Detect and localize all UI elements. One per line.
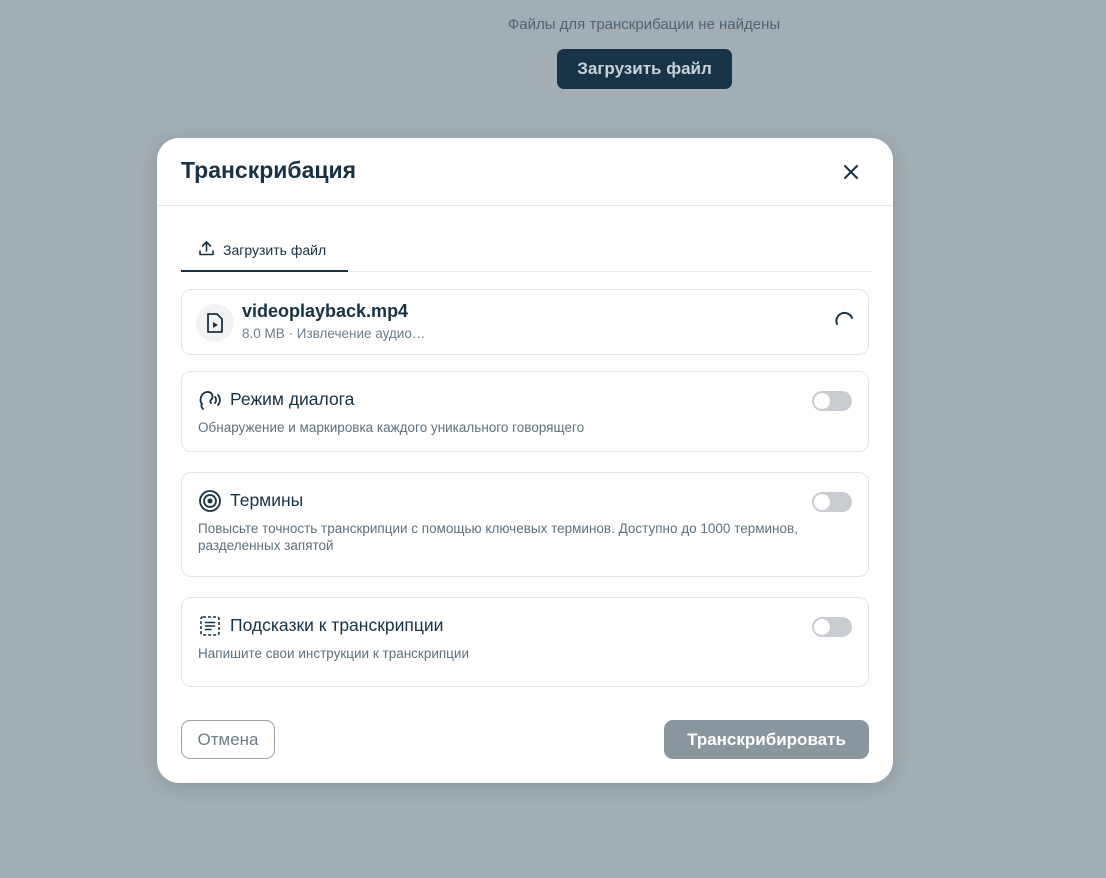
- transcription-modal: Транскрибация Загрузить файл videoplayba…: [157, 138, 893, 783]
- terms-toggle[interactable]: [812, 492, 852, 512]
- option-description: Напишите свои инструкции к транскрипции: [198, 646, 469, 661]
- option-title: Термины: [230, 490, 304, 510]
- option-transcription-prompts: Подсказки к транскрипции Напишите свои и…: [181, 597, 869, 687]
- transcribe-button[interactable]: Транскрибировать: [664, 720, 869, 759]
- cancel-button[interactable]: Отмена: [181, 720, 275, 759]
- speaker-voice-icon: [198, 388, 222, 412]
- file-card: videoplayback.mp4 8.0 MB · Извлечение ау…: [181, 289, 869, 355]
- option-title: Подсказки к транскрипции: [230, 615, 444, 635]
- close-icon[interactable]: [839, 160, 863, 184]
- dialogue-mode-toggle[interactable]: [812, 391, 852, 411]
- background-upload-button[interactable]: Загрузить файл: [557, 49, 732, 89]
- option-terms: Термины Повысьте точность транскрипции с…: [181, 472, 869, 577]
- option-title: Режим диалога: [230, 389, 355, 409]
- modal-title: Транскрибация: [181, 157, 357, 183]
- option-description: Повысьте точность транскрипции с помощью…: [198, 521, 798, 553]
- file-name: videoplayback.mp4: [242, 301, 409, 321]
- toggle-knob: [814, 494, 830, 510]
- option-dialogue-mode: Режим диалога Обнаружение и маркировка к…: [181, 371, 869, 452]
- spinner-icon: [834, 311, 856, 333]
- modal-header: Транскрибация: [157, 138, 893, 206]
- video-file-icon: [196, 304, 234, 342]
- toggle-knob: [814, 393, 830, 409]
- prompts-toggle[interactable]: [812, 617, 852, 637]
- empty-state-message: Файлы для транскрибации не найдены: [507, 16, 781, 33]
- toggle-knob: [814, 619, 830, 635]
- prompt-list-icon: [198, 614, 222, 638]
- tab-label: Загрузить файл: [223, 242, 327, 258]
- option-description: Обнаружение и маркировка каждого уникаль…: [198, 420, 585, 435]
- upload-icon: [198, 240, 215, 260]
- tab-upload-file[interactable]: Загрузить файл: [181, 230, 348, 272]
- target-icon: [198, 489, 222, 513]
- tab-bar: Загрузить файл: [181, 230, 871, 272]
- file-meta: 8.0 MB · Извлечение аудио…: [242, 326, 426, 341]
